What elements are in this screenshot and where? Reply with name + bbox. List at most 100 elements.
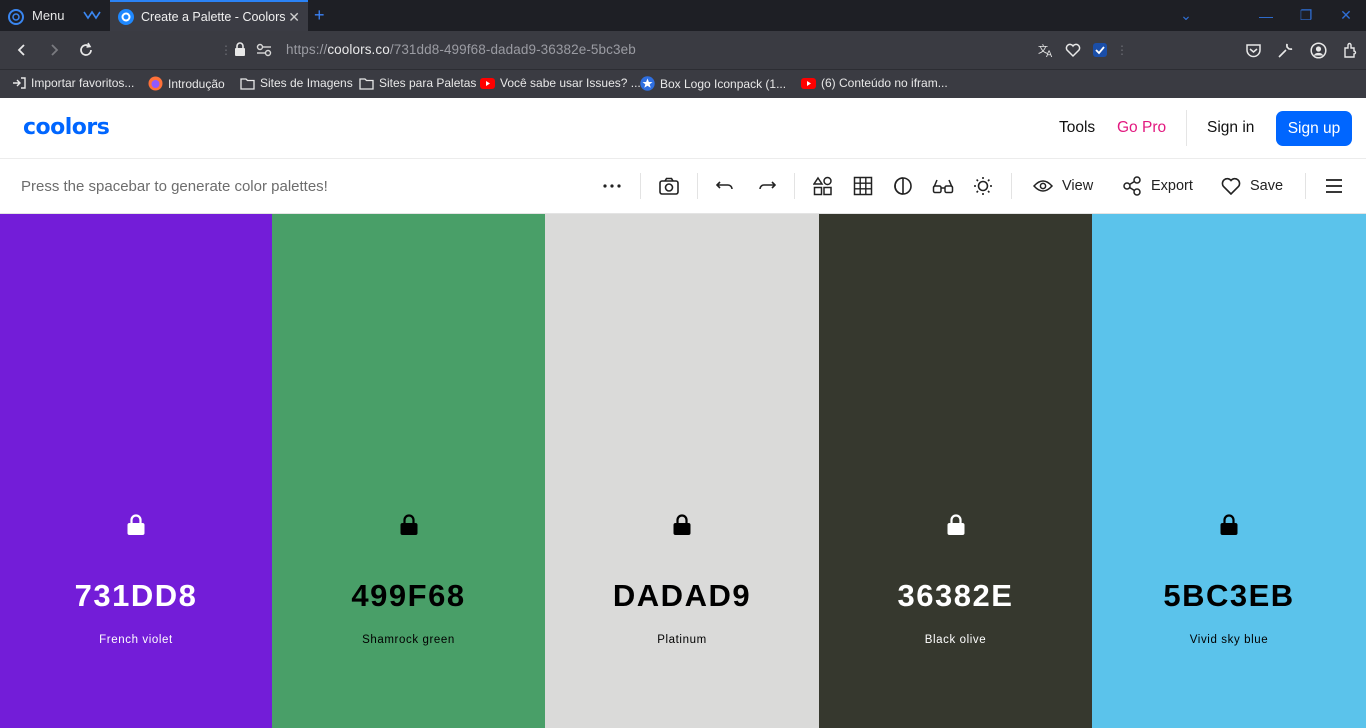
opera-logo-icon (8, 8, 24, 25)
color-hex[interactable]: 499F68 (272, 578, 545, 614)
undo-icon[interactable] (715, 175, 737, 197)
tab-active[interactable]: Create a Palette - Coolors ✕ (110, 0, 308, 31)
color-hex[interactable]: DADAD9 (545, 578, 819, 614)
new-tab-icon[interactable]: + (314, 5, 325, 26)
lock-icon[interactable] (126, 514, 146, 536)
toolbar-separator (794, 173, 795, 199)
url-field[interactable]: ⋮ https://coolors.co/731dd8-499f68-dadad… (220, 35, 1128, 65)
color-name: Shamrock green (362, 634, 455, 646)
heart-bookmark-icon[interactable] (1065, 42, 1081, 58)
nav-divider (1186, 110, 1187, 146)
nav-go-pro-link[interactable]: Go Pro (1117, 119, 1166, 137)
lock-icon[interactable] (946, 514, 966, 536)
more-options-icon[interactable] (601, 175, 623, 197)
color-hex[interactable]: 731DD8 (0, 578, 272, 614)
folder-icon (240, 77, 255, 90)
spacebar-hint: Press the spacebar to generate color pal… (21, 178, 328, 195)
color-hex[interactable]: 36382E (819, 578, 1092, 614)
color-swatch[interactable]: 731DD8 French violet (0, 214, 272, 728)
view-button[interactable]: View (1033, 175, 1093, 197)
youtube-icon (480, 77, 495, 89)
grid-icon[interactable] (852, 175, 874, 197)
coolors-favicon-icon (118, 8, 134, 25)
extensions-icon[interactable] (1342, 40, 1359, 60)
drag-handle-icon: ⋮ (220, 43, 232, 57)
browser-menu-button[interactable]: Menu (6, 0, 65, 31)
lock-icon (235, 42, 245, 56)
browser-tab-bar: Menu Create a Palette - Coolors ✕ + ⌄ — … (0, 0, 1366, 31)
save-label: Save (1250, 178, 1284, 194)
bookmark-item[interactable]: Introdução (148, 76, 225, 91)
reload-icon[interactable] (76, 40, 96, 60)
site-settings-icon[interactable] (256, 43, 272, 57)
youtube-icon (801, 77, 816, 89)
color-name: Platinum (657, 634, 707, 646)
bookmark-folder[interactable]: Sites de Imagens (240, 76, 353, 90)
pocket-icon[interactable] (1245, 40, 1262, 60)
svg-text:A: A (1046, 50, 1053, 58)
bookmark-item[interactable]: Importar favoritos... (12, 76, 134, 90)
glasses-icon[interactable] (932, 175, 954, 197)
color-name: French violet (99, 634, 173, 646)
nav-tools-link[interactable]: Tools (1059, 119, 1095, 137)
shapes-icon[interactable] (812, 175, 834, 197)
save-button[interactable]: Save (1221, 175, 1283, 197)
contrast-icon[interactable] (892, 175, 914, 197)
forward-icon[interactable] (44, 40, 64, 60)
sign-in-link[interactable]: Sign in (1207, 119, 1254, 137)
back-icon[interactable] (12, 40, 32, 60)
firefox-icon (148, 76, 163, 91)
menu-label: Menu (32, 8, 65, 23)
lock-icon[interactable] (672, 514, 692, 536)
site-header: coolors Tools Go Pro Sign in Sign up (0, 98, 1366, 159)
tab-islands-icon[interactable] (80, 6, 104, 24)
maximize-icon[interactable]: ❐ (1286, 7, 1326, 24)
color-hex[interactable]: 5BC3EB (1092, 578, 1366, 614)
color-swatch[interactable]: DADAD9 Platinum (545, 214, 819, 728)
tab-title: Create a Palette - Coolors (141, 9, 286, 24)
toolbar-separator (697, 173, 698, 199)
color-swatch[interactable]: 5BC3EB Vivid sky blue (1092, 214, 1366, 728)
toolbar-separator (1305, 173, 1306, 199)
redo-icon[interactable] (755, 175, 777, 197)
more-icon: ⋮ (1116, 43, 1128, 57)
bookmarks-bar: Importar favoritos... Introdução Sites d… (0, 69, 1366, 98)
translate-icon[interactable]: 文A (1038, 42, 1054, 58)
heart-icon (1221, 177, 1241, 195)
star-icon (640, 76, 655, 91)
coolors-logo[interactable]: coolors (23, 115, 110, 140)
tab-list-chevron-icon[interactable]: ⌄ (1166, 7, 1206, 24)
import-icon (13, 77, 26, 89)
brightness-icon[interactable] (972, 175, 994, 197)
color-swatch[interactable]: 36382E Black olive (819, 214, 1092, 728)
toolbar-separator (1011, 173, 1012, 199)
bookmark-item[interactable]: (6) Conteúdo no ifram... (801, 76, 948, 90)
window-controls: ⌄ — ❐ ✕ (1166, 0, 1366, 31)
close-window-icon[interactable]: ✕ (1326, 7, 1366, 24)
lock-icon[interactable] (1219, 514, 1239, 536)
url-text: https://coolors.co/731dd8-499f68-dadad9-… (286, 42, 636, 57)
shield-extension-icon[interactable] (1092, 42, 1108, 58)
eye-icon (1033, 180, 1053, 192)
camera-icon[interactable] (658, 175, 680, 197)
bookmark-item[interactable]: Você sabe usar Issues? ... (480, 76, 641, 90)
color-swatch[interactable]: 499F68 Shamrock green (272, 214, 545, 728)
color-name: Vivid sky blue (1189, 634, 1269, 646)
account-icon[interactable] (1310, 40, 1327, 60)
export-label: Export (1151, 178, 1193, 194)
wrench-icon[interactable] (1277, 40, 1294, 60)
minimize-icon[interactable]: — (1246, 8, 1286, 24)
hamburger-menu-icon[interactable] (1323, 175, 1345, 197)
tab-close-icon[interactable]: ✕ (288, 9, 300, 26)
toolbar-separator (640, 173, 641, 199)
color-name: Black olive (924, 634, 987, 646)
lock-icon[interactable] (399, 514, 419, 536)
bookmark-folder[interactable]: Sites para Paletas (359, 76, 476, 90)
export-button[interactable]: Export (1122, 175, 1193, 197)
palette-toolbar: Press the spacebar to generate color pal… (0, 159, 1366, 214)
color-palette: 731DD8 French violet 499F68 Shamrock gre… (0, 214, 1366, 728)
sign-up-button[interactable]: Sign up (1276, 111, 1352, 146)
view-label: View (1062, 178, 1094, 194)
bookmark-item[interactable]: Box Logo Iconpack (1... (640, 76, 786, 91)
folder-icon (359, 77, 374, 90)
